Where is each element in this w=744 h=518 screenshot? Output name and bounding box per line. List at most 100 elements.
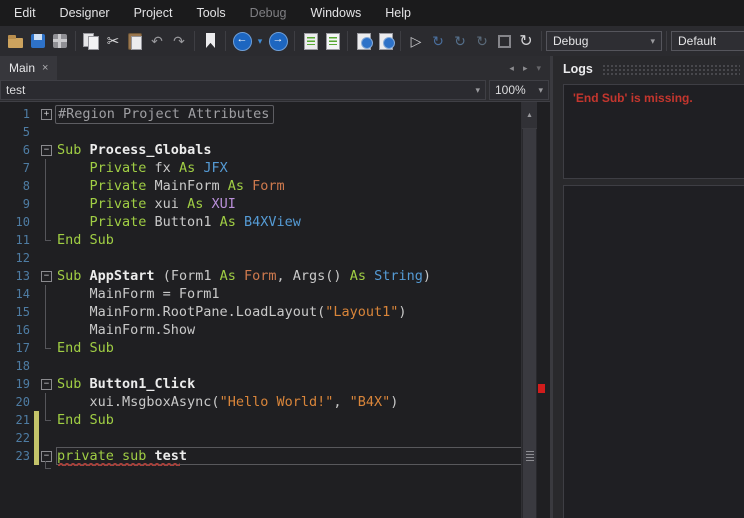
code-line[interactable]: 17End Sub (0, 339, 550, 357)
code-line[interactable]: 8 Private MainForm As Form (0, 177, 550, 195)
scroll-right-icon[interactable] (523, 63, 528, 74)
token: MainForm.Show (57, 322, 195, 338)
vertical-scrollbar[interactable]: ▲ (521, 102, 537, 518)
code-line[interactable]: 11End Sub (0, 231, 550, 249)
menu-bar: EditDesignerProjectToolsDebugWindowsHelp (0, 0, 744, 26)
code-text: Private xui As XUI (57, 195, 236, 213)
close-icon[interactable]: × (42, 62, 48, 74)
line-number[interactable]: 11 (0, 231, 30, 249)
code-line[interactable]: 16 MainForm.Show (0, 321, 550, 339)
line-number[interactable]: 14 (0, 285, 30, 303)
nav-back-dropdown-icon[interactable] (254, 29, 266, 53)
code-text: End Sub (57, 411, 114, 429)
next-sub-icon[interactable] (374, 29, 396, 53)
line-number[interactable]: 13 (0, 267, 30, 285)
code-line[interactable]: 13−Sub AppStart (Form1 As Form, Args() A… (0, 267, 550, 285)
rebuild-icon[interactable] (515, 29, 537, 53)
code-line[interactable]: 12 (0, 249, 550, 267)
nav-forward-icon[interactable] (266, 29, 290, 53)
code-line[interactable]: 19−Sub Button1_Click (0, 375, 550, 393)
code-line[interactable]: 15 MainForm.RootPane.LoadLayout("Layout1… (0, 303, 550, 321)
token: ) (398, 304, 406, 320)
line-number[interactable]: 18 (0, 357, 30, 375)
line-number[interactable]: 9 (0, 195, 30, 213)
fold-margin: − (39, 375, 56, 393)
fold-expand-icon[interactable]: + (41, 109, 52, 120)
line-number[interactable]: 1 (0, 105, 30, 123)
line-number[interactable]: 21 (0, 411, 30, 429)
menu-item-designer[interactable]: Designer (48, 0, 122, 26)
scroll-left-icon[interactable] (509, 63, 514, 74)
scroll-up-icon[interactable]: ▲ (522, 102, 537, 129)
fold-collapse-icon[interactable]: − (41, 451, 52, 462)
debug-resume-icon[interactable] (427, 29, 449, 53)
line-number[interactable]: 12 (0, 249, 30, 267)
token: Sub (57, 376, 81, 392)
open-icon[interactable] (5, 29, 27, 53)
code-line[interactable]: 7 Private fx As JFX (0, 159, 550, 177)
redo-icon[interactable] (168, 29, 190, 53)
code-line[interactable]: 21 End Sub (0, 411, 550, 429)
paste-icon[interactable] (124, 29, 146, 53)
line-number[interactable]: 22 (0, 429, 30, 447)
package-icon[interactable] (49, 29, 71, 53)
token: Private (90, 178, 147, 194)
line-number[interactable]: 10 (0, 213, 30, 231)
tab-list-icon[interactable] (536, 63, 541, 74)
line-number[interactable]: 7 (0, 159, 30, 177)
copy-icon[interactable] (80, 29, 102, 53)
menu-item-project[interactable]: Project (122, 0, 185, 26)
token (244, 178, 252, 194)
code-line[interactable]: 20 xui.MsgboxAsync("Hello World!", "B4X"… (0, 393, 550, 411)
comment-icon[interactable] (299, 29, 321, 53)
stop-icon[interactable] (493, 29, 515, 53)
fold-collapse-icon[interactable]: − (41, 271, 52, 282)
line-number[interactable]: 23 (0, 447, 30, 465)
save-icon[interactable] (27, 29, 49, 53)
code-line[interactable]: 1+#Region Project Attributes (0, 105, 550, 123)
cut-icon[interactable] (102, 29, 124, 53)
token: Private (90, 160, 147, 176)
line-number[interactable]: 8 (0, 177, 30, 195)
zoom-select[interactable]: 100% ▾ (489, 80, 549, 100)
member-select[interactable]: test ▾ (0, 80, 486, 100)
ui-theme-select[interactable]: Default ▾ (671, 31, 744, 51)
line-number[interactable]: 19 (0, 375, 30, 393)
line-number[interactable]: 17 (0, 339, 30, 357)
line-number[interactable]: 5 (0, 123, 30, 141)
line-number[interactable]: 6 (0, 141, 30, 159)
uncomment-icon[interactable] (321, 29, 343, 53)
debug-step-into-icon[interactable] (471, 29, 493, 53)
toolbar-separator (194, 31, 195, 51)
code-line[interactable]: 18 (0, 357, 550, 375)
code-line[interactable]: 14 MainForm = Form1 (0, 285, 550, 303)
fold-collapse-icon[interactable]: − (41, 379, 52, 390)
line-number[interactable]: 15 (0, 303, 30, 321)
undo-icon[interactable] (146, 29, 168, 53)
code-line[interactable]: 22 (0, 429, 550, 447)
main-area: Main × test ▾ 100% ▾ 1+#Region Project A… (0, 56, 744, 518)
line-number[interactable]: 20 (0, 393, 30, 411)
nav-back-icon[interactable] (230, 29, 254, 53)
menu-item-help[interactable]: Help (373, 0, 423, 26)
bookmark-icon[interactable] (199, 29, 221, 53)
build-configuration-select[interactable]: Debug ▾ (546, 31, 662, 51)
code-line[interactable]: 5 (0, 123, 550, 141)
code-line[interactable]: 9 Private xui As XUI (0, 195, 550, 213)
fold-collapse-icon[interactable]: − (41, 145, 52, 156)
code-line[interactable]: 10 Private Button1 As B4XView (0, 213, 550, 231)
menu-item-edit[interactable]: Edit (2, 0, 48, 26)
run-icon[interactable] (405, 29, 427, 53)
tab-main[interactable]: Main × (0, 56, 57, 80)
menu-item-tools[interactable]: Tools (184, 0, 237, 26)
debug-step-over-icon[interactable] (449, 29, 471, 53)
prev-sub-icon[interactable] (352, 29, 374, 53)
menu-item-windows[interactable]: Windows (299, 0, 374, 26)
code-editor[interactable]: 1+#Region Project Attributes56−Sub Proce… (0, 102, 550, 518)
code-line[interactable]: 6−Sub Process_Globals (0, 141, 550, 159)
line-number[interactable]: 16 (0, 321, 30, 339)
log-error-message: 'End Sub' is missing. (564, 85, 744, 111)
menu-item-debug[interactable]: Debug (238, 0, 299, 26)
scrollbar-thumb[interactable] (523, 129, 536, 518)
code-text: Sub AppStart (Form1 As Form, Args() As S… (57, 267, 431, 285)
